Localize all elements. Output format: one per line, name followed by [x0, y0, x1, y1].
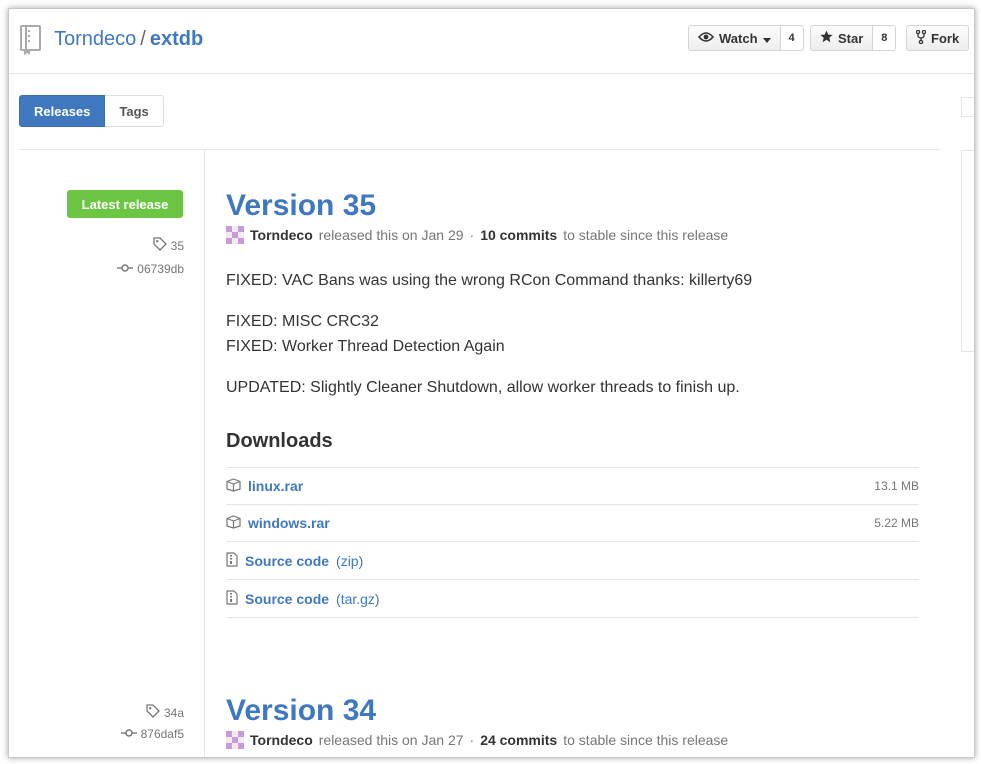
release-entry: Version 35 Torndeco released this on Jan…: [226, 188, 919, 618]
edge-panel: [961, 97, 974, 117]
source-ext: (zip): [336, 552, 364, 569]
release-author[interactable]: Torndeco: [250, 227, 313, 243]
star-button[interactable]: Star: [810, 25, 874, 51]
repo-separator: /: [140, 28, 146, 50]
commits-link[interactable]: 24 commits: [480, 732, 557, 748]
eye-icon: [697, 31, 715, 46]
watch-group: Watch 4: [688, 25, 804, 51]
separator-dot: ·: [469, 732, 475, 748]
release-title-link[interactable]: Version 34: [226, 694, 376, 727]
latest-release-badge[interactable]: Latest release: [67, 190, 183, 218]
release-byline: Torndeco released this on Jan 27 · 24 co…: [226, 731, 919, 749]
source-code-zip-link[interactable]: Source code: [245, 553, 329, 569]
commit-link[interactable]: 876daf5: [141, 727, 184, 741]
fork-button[interactable]: Fork: [906, 25, 970, 51]
release-commit: 876daf5: [120, 727, 184, 741]
release-title-link[interactable]: Version 35: [226, 189, 376, 222]
repo-header: Torndeco / extdb Watch 4 Star 8 Fork: [9, 9, 974, 74]
commits-link[interactable]: 10 commits: [480, 227, 557, 243]
downloads-list: linux.rar 13.1 MB windows.rar 5.22 MB So…: [226, 467, 919, 618]
release-tag: 34a: [146, 704, 184, 721]
source-ext: (tar.gz): [336, 590, 380, 607]
fork-label: Fork: [931, 30, 960, 46]
download-row: windows.rar 5.22 MB: [226, 505, 919, 542]
browser-frame: Torndeco / extdb Watch 4 Star 8 Fork Rel…: [8, 8, 975, 758]
star-label: Star: [838, 30, 864, 46]
release-commit: 06739db: [117, 262, 184, 276]
download-row: Source code (zip): [226, 542, 919, 580]
release-tabs: Releases Tags: [19, 95, 164, 127]
tag-link[interactable]: 35: [171, 239, 184, 253]
commit-icon: [117, 262, 134, 276]
divider: [19, 149, 939, 150]
commit-icon: [120, 727, 137, 741]
download-row: Source code (tar.gz): [226, 580, 919, 618]
source-code-targz-link[interactable]: Source code: [245, 591, 329, 607]
release-note: UPDATED: Slightly Cleaner Shutdown, allo…: [226, 379, 740, 396]
release-note: FIXED: VAC Bans was using the wrong RCon…: [226, 272, 753, 289]
repo-title: Torndeco / extdb: [54, 28, 203, 51]
repo-owner-link[interactable]: Torndeco: [54, 28, 136, 50]
repo-icon: [19, 25, 43, 60]
avatar[interactable]: [226, 226, 244, 244]
release-date-text: released this on Jan 29: [318, 227, 464, 243]
release-author[interactable]: Torndeco: [250, 732, 313, 748]
tab-releases[interactable]: Releases: [19, 95, 106, 127]
downloads-heading: Downloads: [226, 430, 333, 452]
fork-icon: [915, 29, 927, 47]
tag-icon: [152, 237, 167, 254]
watch-count[interactable]: 4: [780, 25, 804, 51]
tag-link[interactable]: 34a: [164, 706, 184, 720]
star-icon: [820, 30, 833, 46]
download-link[interactable]: windows.rar: [248, 515, 330, 531]
separator-dot: ·: [469, 227, 475, 243]
edge-panel: [961, 150, 974, 352]
watch-button[interactable]: Watch: [688, 25, 781, 51]
tab-tags[interactable]: Tags: [105, 95, 164, 127]
tag-icon: [146, 704, 160, 721]
file-size: 13.1 MB: [874, 479, 919, 493]
file-zip-icon: [226, 589, 238, 608]
star-count[interactable]: 8: [873, 25, 897, 51]
commit-link[interactable]: 06739db: [137, 262, 184, 276]
star-group: Star 8: [810, 25, 897, 51]
repo-name-link[interactable]: extdb: [150, 28, 203, 50]
release-entry: Version 34 Torndeco released this on Jan…: [226, 693, 919, 749]
commits-suffix: to stable since this release: [563, 732, 729, 748]
watch-label: Watch: [719, 30, 758, 46]
chevron-down-icon: [762, 31, 771, 46]
commits-suffix: to stable since this release: [563, 227, 729, 243]
file-zip-icon: [226, 551, 238, 570]
download-row: linux.rar 13.1 MB: [226, 468, 919, 505]
fork-group: Fork: [906, 25, 970, 51]
release-notes: FIXED: VAC Bans was using the wrong RCon…: [226, 268, 919, 400]
package-icon: [226, 477, 241, 495]
release-date-text: released this on Jan 27: [318, 732, 464, 748]
release-byline: Torndeco released this on Jan 29 · 10 co…: [226, 226, 919, 244]
release-note: FIXED: Worker Thread Detection Again: [226, 338, 505, 355]
release-tag: 35: [152, 237, 184, 254]
avatar[interactable]: [226, 731, 244, 749]
package-icon: [226, 514, 241, 532]
download-link[interactable]: linux.rar: [248, 478, 303, 494]
timeline-divider: [204, 150, 205, 757]
release-note: FIXED: MISC CRC32: [226, 313, 379, 330]
file-size: 5.22 MB: [874, 516, 919, 530]
